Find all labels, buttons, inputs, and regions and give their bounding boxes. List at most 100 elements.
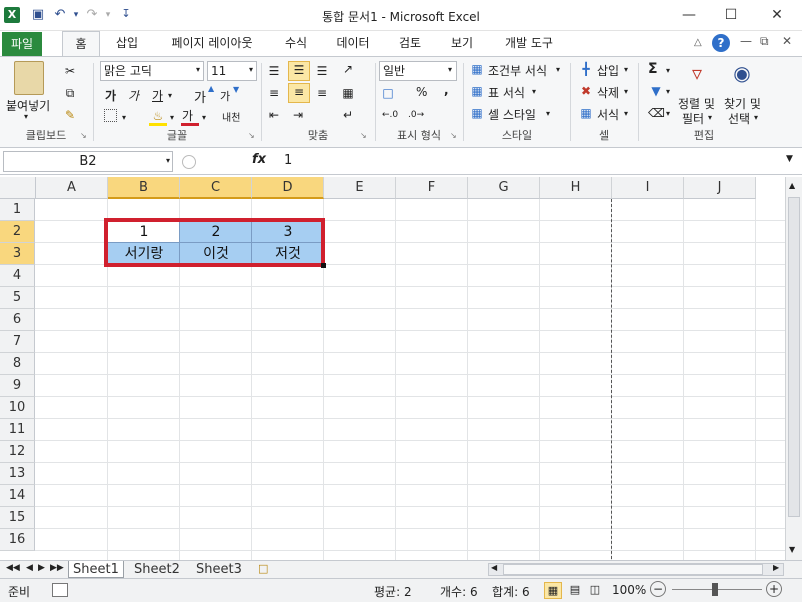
fill-color-icon[interactable]: ♨ [150, 108, 166, 124]
number-launcher-icon[interactable]: ↘ [450, 131, 457, 140]
zoom-in-icon[interactable]: + [766, 581, 782, 597]
workbook-close-icon[interactable]: ✕ [782, 34, 792, 48]
increase-decimal-icon[interactable]: ←.0 [382, 107, 398, 123]
zoom-level[interactable]: 100% [612, 583, 646, 597]
row-header-16[interactable]: 16 [0, 529, 35, 551]
font-color-dropdown-icon[interactable]: ▾ [202, 113, 206, 122]
align-center-icon[interactable]: ≡ [288, 83, 310, 103]
tab-developer[interactable]: 개발 도구 [496, 31, 562, 57]
row-header-11[interactable]: 11 [0, 419, 35, 441]
conditional-formatting-dropdown-icon[interactable]: ▾ [556, 65, 560, 74]
row-header-9[interactable]: 9 [0, 375, 35, 397]
row-header-4[interactable]: 4 [0, 265, 35, 287]
borders-dropdown-icon[interactable]: ▾ [122, 113, 126, 122]
column-header-d[interactable]: D [252, 177, 324, 199]
sheet-tab-2[interactable]: Sheet2 [130, 561, 184, 578]
shrink-font-button[interactable]: 가 [220, 88, 230, 104]
number-format-select[interactable]: 일반 [379, 61, 457, 81]
row-header-14[interactable]: 14 [0, 485, 35, 507]
sheet-tab-3[interactable]: Sheet3 [192, 561, 246, 578]
clear-icon[interactable]: ⌫ [648, 105, 665, 121]
bold-button[interactable]: 가 [105, 87, 116, 104]
row-header-6[interactable]: 6 [0, 309, 35, 331]
workbook-restore-icon[interactable]: ⧉ [760, 34, 769, 49]
accounting-format-icon[interactable]: □ [380, 85, 396, 101]
underline-dropdown-icon[interactable]: ▾ [168, 91, 172, 100]
insert-sheet-icon[interactable]: □ [258, 562, 268, 575]
formula-input[interactable]: 1 [278, 151, 783, 172]
font-name-select[interactable]: 맑은 고딕 [100, 61, 204, 81]
cell-styles-button[interactable]: 셀 스타일 [488, 106, 536, 123]
delete-cells-icon[interactable]: ✖ [578, 83, 594, 99]
column-header-c[interactable]: C [180, 177, 252, 199]
row-header-5[interactable]: 5 [0, 287, 35, 309]
sort-filter-dropdown-icon[interactable]: ▾ [708, 113, 712, 122]
fill-dropdown-icon[interactable]: ▾ [666, 87, 670, 96]
row-header-15[interactable]: 15 [0, 507, 35, 529]
column-header-j[interactable]: J [684, 177, 756, 199]
row-header-7[interactable]: 7 [0, 331, 35, 353]
grow-font-button[interactable]: 가 [194, 87, 206, 106]
align-top-icon[interactable]: ☰ [266, 63, 282, 79]
scroll-left-icon[interactable]: ◀ [491, 563, 497, 572]
decrease-decimal-icon[interactable]: .0→ [408, 107, 424, 123]
close-icon[interactable]: ✕ [760, 4, 794, 26]
number-format-dropdown-icon[interactable]: ▾ [448, 65, 452, 74]
column-header-h[interactable]: H [540, 177, 612, 199]
conditional-formatting-button[interactable]: 조건부 서식 [488, 62, 547, 79]
cut-icon[interactable]: ✂ [62, 63, 78, 79]
name-box[interactable]: B2 [3, 151, 173, 172]
select-all-corner[interactable] [0, 177, 36, 199]
normal-view-icon[interactable]: ▦ [544, 582, 562, 599]
row-header-3[interactable]: 3 [0, 243, 35, 265]
clipboard-launcher-icon[interactable]: ↘ [80, 131, 87, 140]
insert-function-button[interactable]: fx [252, 152, 266, 167]
ribbon-collapse-icon[interactable]: △ [694, 37, 702, 48]
vertical-scroll-thumb[interactable] [788, 197, 800, 517]
format-as-table-button[interactable]: 표 서식 [488, 84, 525, 101]
fill-handle[interactable] [321, 263, 326, 268]
help-icon[interactable]: ? [712, 34, 730, 52]
format-as-table-dropdown-icon[interactable]: ▾ [532, 87, 536, 96]
insert-cells-dropdown-icon[interactable]: ▾ [624, 65, 628, 74]
scroll-down-icon[interactable]: ▼ [789, 545, 795, 554]
align-middle-icon[interactable]: ☰ [288, 61, 310, 81]
align-bottom-icon[interactable]: ☰ [314, 63, 330, 79]
tab-data[interactable]: 데이터 [328, 31, 378, 57]
italic-button[interactable]: 가 [128, 87, 139, 104]
zoom-out-icon[interactable]: − [650, 581, 666, 597]
last-sheet-icon[interactable]: ▶▶ [50, 563, 64, 573]
column-header-e[interactable]: E [324, 177, 396, 199]
row-header-12[interactable]: 12 [0, 441, 35, 463]
tab-view[interactable]: 보기 [442, 31, 482, 57]
column-header-g[interactable]: G [468, 177, 540, 199]
column-header-f[interactable]: F [396, 177, 468, 199]
zoom-slider-thumb[interactable] [712, 583, 718, 596]
minimize-icon[interactable]: — [672, 4, 706, 26]
paste-icon[interactable] [14, 61, 44, 95]
prev-sheet-icon[interactable]: ◀ [26, 563, 33, 573]
maximize-icon[interactable]: ☐ [714, 4, 748, 26]
find-select-icon[interactable]: ◉ [728, 61, 756, 91]
row-header-8[interactable]: 8 [0, 353, 35, 375]
row-header-10[interactable]: 10 [0, 397, 35, 419]
format-cells-dropdown-icon[interactable]: ▾ [624, 109, 628, 118]
row-header-13[interactable]: 13 [0, 463, 35, 485]
font-name-dropdown-icon[interactable]: ▾ [196, 65, 200, 74]
comma-button[interactable]: , [444, 83, 449, 97]
paste-button[interactable]: 붙여넣기 [6, 97, 50, 114]
increase-indent-icon[interactable]: ⇥ [290, 107, 306, 123]
fill-icon[interactable]: ▼ [648, 83, 664, 99]
column-header-b[interactable]: B [108, 177, 180, 199]
page-layout-view-icon[interactable]: ▤ [566, 582, 584, 599]
scroll-up-icon[interactable]: ▲ [789, 181, 795, 190]
cell-styles-dropdown-icon[interactable]: ▾ [546, 109, 550, 118]
column-header-i[interactable]: I [612, 177, 684, 199]
formula-bar-handle-icon[interactable] [182, 155, 196, 169]
scroll-right-icon[interactable]: ▶ [773, 563, 779, 572]
find-select-button-line2[interactable]: 선택 [728, 110, 750, 127]
format-painter-icon[interactable]: ✎ [62, 107, 78, 123]
fill-color-dropdown-icon[interactable]: ▾ [170, 113, 174, 122]
worksheet-grid[interactable]: ABCDEFGHIJ 1 2 3 4 5 6 7 8 9 10 11 12 13 14 15 16 1 2 3… [0, 177, 802, 560]
conditional-formatting-icon[interactable]: ▦ [469, 61, 485, 77]
